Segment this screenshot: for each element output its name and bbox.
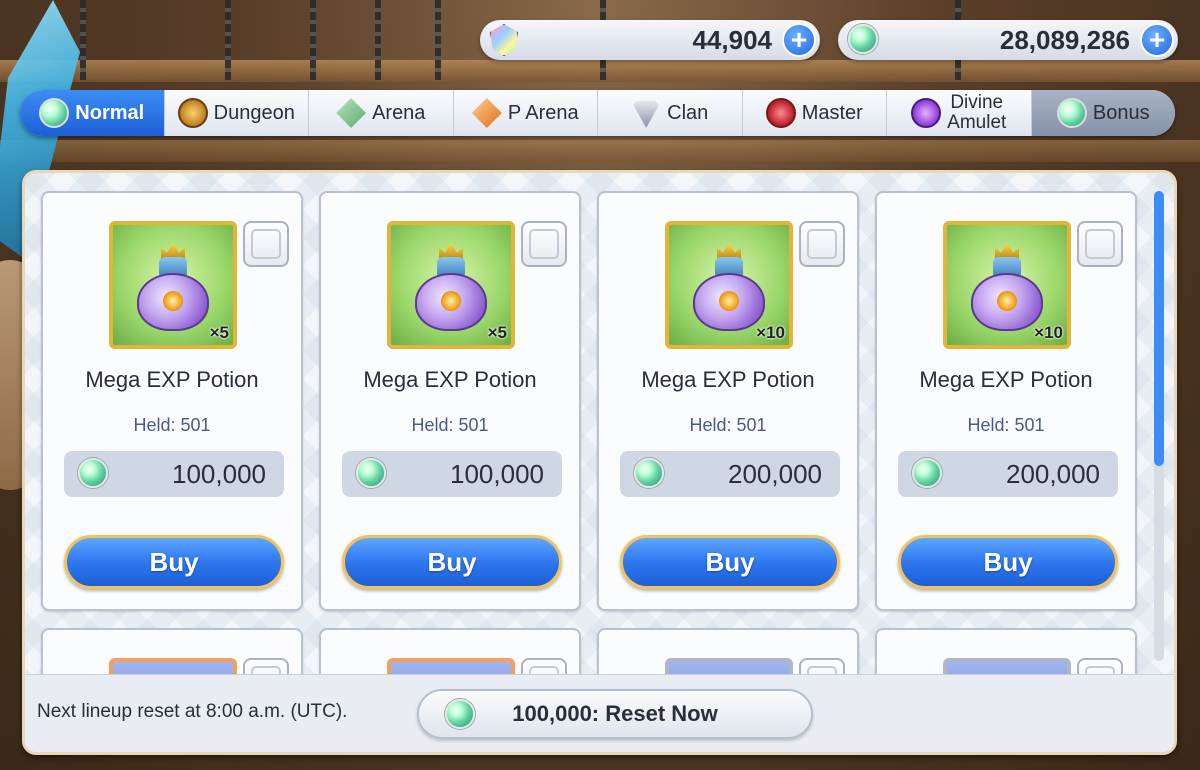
item-quantity: ×5 <box>209 323 229 342</box>
tab-label: Clan <box>667 102 709 124</box>
normal-gem-icon <box>39 98 70 128</box>
select-checkbox[interactable] <box>243 221 289 267</box>
mana-gem-icon <box>78 458 108 488</box>
arena-coin-icon <box>336 98 367 128</box>
background-chain <box>375 0 381 80</box>
jewel-crystal-icon <box>490 24 518 56</box>
scrollbar[interactable] <box>1154 191 1164 661</box>
shop-panel: ×5 Mega EXP Potion Held: 501 100,000 Buy… <box>22 170 1177 755</box>
mega-exp-potion-icon <box>413 243 489 333</box>
jewel-currency-bar: 44,904 + <box>480 20 820 60</box>
mana-gem-icon <box>848 24 878 54</box>
price-value: 200,000 <box>728 458 822 489</box>
background-chain <box>310 0 316 80</box>
tab-label-line1: Divine <box>950 92 1004 113</box>
buy-button[interactable]: Buy <box>64 535 284 589</box>
tab-label: P Arena <box>507 102 579 124</box>
item-name: Mega EXP Potion <box>641 367 815 392</box>
tab-label: Bonus <box>1092 102 1150 124</box>
shop-tabs: Normal Dungeon Arena P Arena Clan Master… <box>20 90 1175 136</box>
scrollbar-thumb[interactable] <box>1154 191 1164 466</box>
price-box: 100,000 <box>342 451 562 497</box>
mana-gem-icon <box>912 458 942 488</box>
select-checkbox[interactable] <box>521 221 567 267</box>
held-count: Held: 501 <box>689 415 767 435</box>
master-coin-icon <box>765 98 796 128</box>
tab-label-line2: Amulet <box>947 112 1007 133</box>
tab-divine-amulet[interactable]: Divine Amulet <box>887 90 1032 136</box>
mega-exp-potion-icon <box>135 243 211 333</box>
item-frame[interactable]: ×10 <box>665 221 793 349</box>
mana-gem-icon <box>445 699 475 729</box>
item-card: ×5 Mega EXP Potion Held: 501 100,000 Buy <box>319 191 581 611</box>
mana-currency-bar: 28,089,286 + <box>838 20 1178 60</box>
item-name: Mega EXP Potion <box>919 367 1093 392</box>
price-box: 100,000 <box>64 451 284 497</box>
held-count: Held: 501 <box>411 415 489 435</box>
p-arena-coin-icon <box>471 98 502 128</box>
mana-gem-icon <box>634 458 664 488</box>
item-name: Mega EXP Potion <box>363 367 537 392</box>
clan-coin-icon <box>631 101 662 128</box>
item-name: Mega EXP Potion <box>85 367 259 392</box>
item-quantity: ×10 <box>1034 323 1063 342</box>
tab-label: Normal <box>75 102 145 124</box>
tab-master[interactable]: Master <box>743 90 887 136</box>
item-frame[interactable]: ×5 <box>109 221 237 349</box>
tab-label: Master <box>801 102 863 124</box>
buy-button[interactable]: Buy <box>620 535 840 589</box>
item-frame[interactable]: ×5 <box>387 221 515 349</box>
mega-exp-potion-icon <box>969 243 1045 333</box>
select-checkbox[interactable] <box>1077 221 1123 267</box>
buy-button[interactable]: Buy <box>898 535 1118 589</box>
item-frame[interactable]: ×10 <box>943 221 1071 349</box>
tab-p-arena[interactable]: P Arena <box>454 90 598 136</box>
item-card: ×10 Mega EXP Potion Held: 501 200,000 Bu… <box>597 191 859 611</box>
add-mana-button[interactable]: + <box>1140 23 1174 57</box>
item-quantity: ×10 <box>756 323 785 342</box>
tab-label: Arena <box>372 102 426 124</box>
background-chain <box>435 0 441 80</box>
jewel-amount: 44,904 <box>692 24 772 55</box>
background-chain <box>225 0 231 80</box>
item-card: ×10 Mega EXP Potion Held: 501 200,000 Bu… <box>875 191 1137 611</box>
price-value: 200,000 <box>1006 458 1100 489</box>
divine-amulet-icon <box>911 98 942 128</box>
item-quantity: ×5 <box>487 323 507 342</box>
tab-dungeon[interactable]: Dungeon <box>165 90 309 136</box>
bonus-gem-icon <box>1056 98 1087 128</box>
reset-button-label: 100,000: Reset Now <box>512 701 718 726</box>
buy-button[interactable]: Buy <box>342 535 562 589</box>
reset-footer: Next lineup reset at 8:00 a.m. (UTC). 10… <box>25 674 1174 752</box>
tab-arena[interactable]: Arena <box>309 90 454 136</box>
price-box: 200,000 <box>620 451 840 497</box>
item-card: ×5 Mega EXP Potion Held: 501 100,000 Buy <box>41 191 303 611</box>
reset-info-text: Next lineup reset at 8:00 a.m. (UTC). <box>37 701 348 722</box>
tab-label-two-line: Divine Amulet <box>947 93 1006 133</box>
background-beam <box>0 140 1200 162</box>
background-chain <box>80 0 86 80</box>
dungeon-coin-icon <box>177 98 208 128</box>
tab-normal[interactable]: Normal <box>20 90 165 136</box>
mana-amount: 28,089,286 <box>999 24 1130 55</box>
price-value: 100,000 <box>172 458 266 489</box>
tab-clan[interactable]: Clan <box>598 90 743 136</box>
price-box: 200,000 <box>898 451 1118 497</box>
add-jewels-button[interactable]: + <box>782 23 816 57</box>
held-count: Held: 501 <box>133 415 211 435</box>
mana-gem-icon <box>356 458 386 488</box>
tab-label: Dungeon <box>213 102 295 124</box>
tab-bonus[interactable]: Bonus <box>1031 90 1175 136</box>
held-count: Held: 501 <box>967 415 1045 435</box>
price-value: 100,000 <box>450 458 544 489</box>
reset-now-button[interactable]: 100,000: Reset Now <box>417 689 813 739</box>
mega-exp-potion-icon <box>691 243 767 333</box>
select-checkbox[interactable] <box>799 221 845 267</box>
